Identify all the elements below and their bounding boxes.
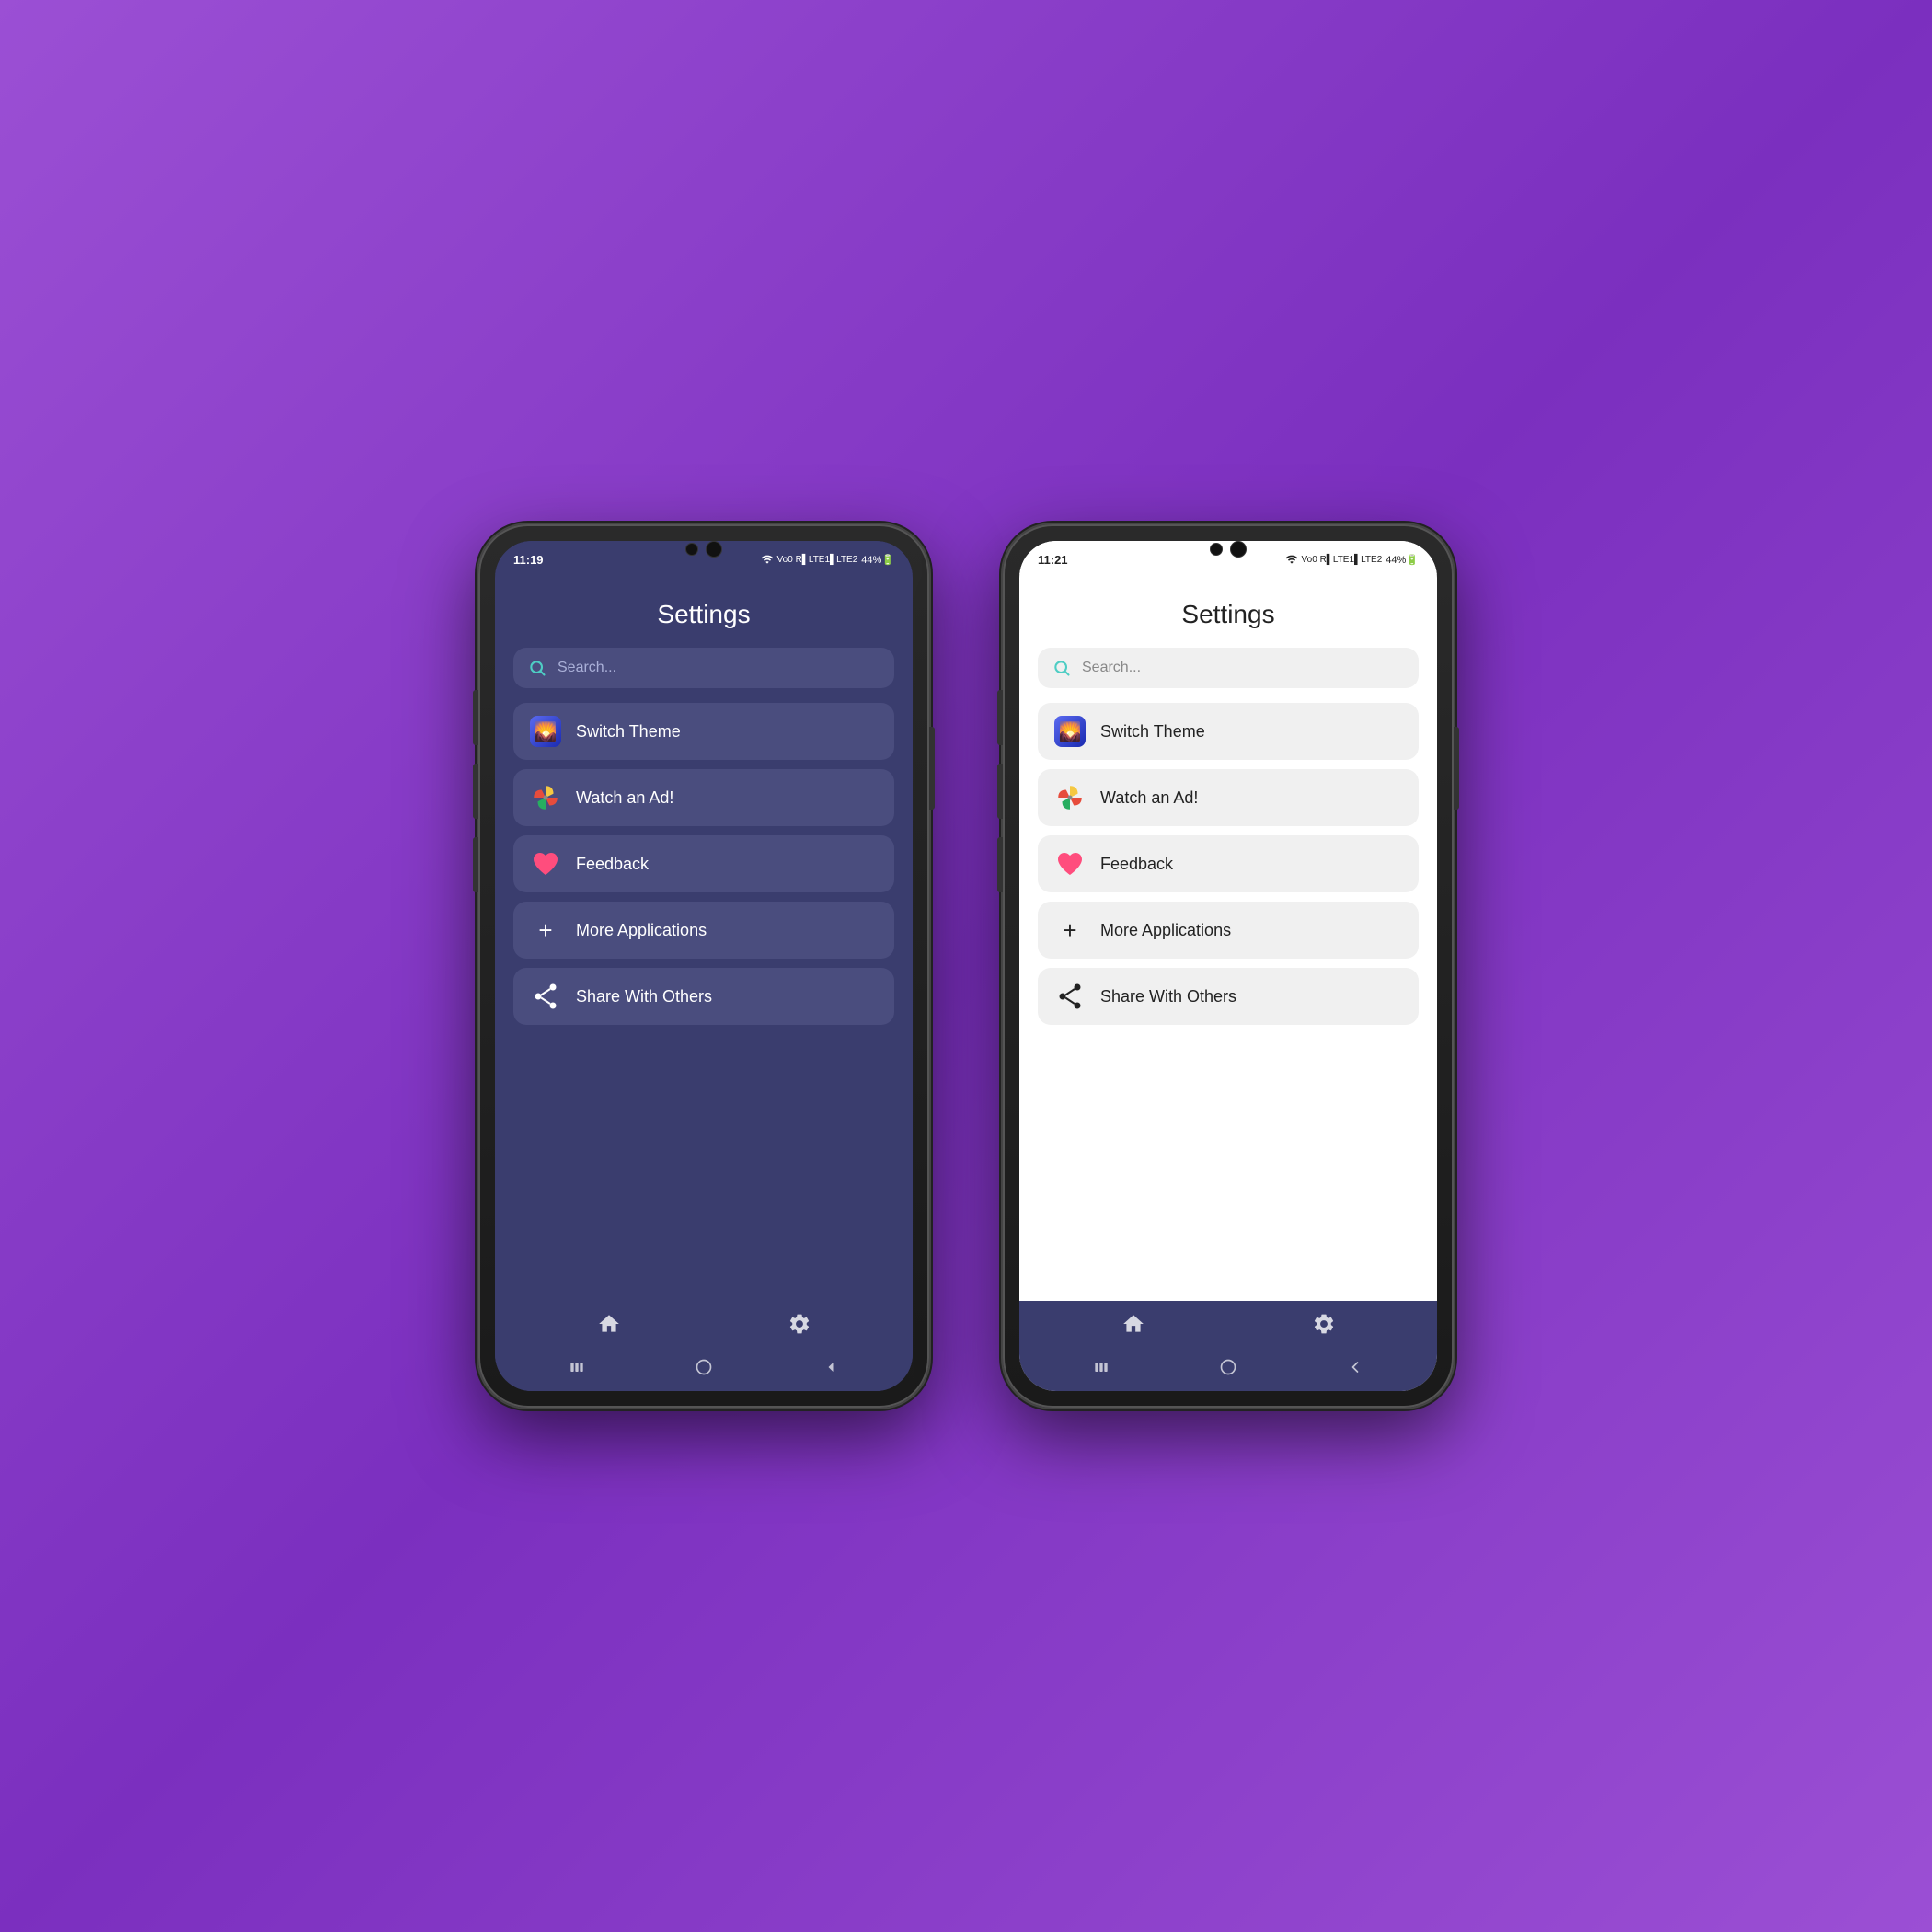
settings-nav-dark[interactable] (788, 1312, 811, 1336)
screen-content-light: Settings Search... Switch Theme (1019, 574, 1437, 1301)
plus-icon-dark: + (530, 914, 561, 946)
status-icons-dark: Vo0 R▌LTE1▌LTE2 44%🔋 (761, 553, 894, 566)
share-svg-light (1058, 983, 1082, 1009)
dark-phone: 11:19 Vo0 R▌LTE1▌LTE2 44%🔋 Settings Sear… (478, 524, 929, 1408)
back-btn-light[interactable] (1344, 1356, 1366, 1378)
notch-area-dark (685, 541, 722, 558)
settings-nav-light[interactable] (1312, 1312, 1336, 1336)
menu-list-dark: Switch Theme Watch an Ad! (495, 703, 913, 1301)
recents-btn-light[interactable] (1090, 1356, 1112, 1378)
theme-icon-dark (530, 716, 561, 747)
notch-area-light (1210, 541, 1247, 558)
wifi-icon-dark (761, 553, 774, 566)
pinwheel-icon-light (1054, 782, 1086, 813)
circle-icon-light (1219, 1358, 1237, 1376)
share-icon-light (1054, 981, 1086, 1012)
main-camera-light (1230, 541, 1247, 558)
search-placeholder-dark: Search... (558, 660, 616, 676)
home-btn-light[interactable] (1217, 1356, 1239, 1378)
menu-item-share-dark[interactable]: Share With Others (513, 968, 894, 1025)
gear-icon-light (1312, 1312, 1336, 1336)
heart-icon-light (1054, 848, 1086, 880)
menu-item-watch-ad-light[interactable]: Watch an Ad! (1038, 769, 1419, 826)
heart-svg-dark (532, 851, 559, 877)
android-nav-light (1019, 1347, 1437, 1391)
page-title-dark: Settings (495, 574, 913, 648)
switch-theme-label-light: Switch Theme (1100, 722, 1205, 742)
menu-item-switch-theme-light[interactable]: Switch Theme (1038, 703, 1419, 760)
pinwheel-svg-dark (530, 782, 561, 813)
home-icon-dark (597, 1312, 621, 1336)
battery-light: 44%🔋 (1386, 554, 1419, 566)
menu-list-light: Switch Theme Watch an Ad! (1019, 703, 1437, 1301)
main-camera-dark (706, 541, 722, 558)
watch-ad-label-dark: Watch an Ad! (576, 788, 673, 808)
android-nav-dark (495, 1347, 913, 1391)
switch-theme-label-dark: Switch Theme (576, 722, 681, 742)
heart-svg-light (1056, 851, 1084, 877)
bottom-nav-dark (495, 1301, 913, 1347)
gear-icon-dark (788, 1312, 811, 1336)
feedback-label-light: Feedback (1100, 855, 1173, 874)
plus-icon-light: + (1054, 914, 1086, 946)
back-icon-dark (822, 1358, 840, 1376)
feedback-label-dark: Feedback (576, 855, 649, 874)
search-bar-dark[interactable]: Search... (513, 648, 894, 688)
menu-item-more-apps-dark[interactable]: + More Applications (513, 902, 894, 959)
more-apps-label-light: More Applications (1100, 921, 1231, 940)
status-time-dark: 11:19 (513, 553, 544, 567)
share-icon-dark (530, 981, 561, 1012)
front-camera-light (1210, 543, 1223, 556)
signal-light: Vo0 R▌LTE1▌LTE2 (1302, 555, 1383, 565)
menu-item-watch-ad-dark[interactable]: Watch an Ad! (513, 769, 894, 826)
search-icon-light (1052, 659, 1071, 677)
recents-icon-dark (568, 1358, 586, 1376)
search-bar-light[interactable]: Search... (1038, 648, 1419, 688)
phone-screen-dark: 11:19 Vo0 R▌LTE1▌LTE2 44%🔋 Settings Sear… (495, 541, 913, 1391)
front-camera-dark (685, 543, 698, 556)
home-icon-light (1121, 1312, 1145, 1336)
bottom-nav-light (1019, 1301, 1437, 1347)
share-label-dark: Share With Others (576, 987, 712, 1006)
share-label-light: Share With Others (1100, 987, 1236, 1006)
circle-icon-dark (695, 1358, 713, 1376)
home-btn-dark[interactable] (693, 1356, 715, 1378)
search-placeholder-light: Search... (1082, 660, 1141, 676)
signal-dark: Vo0 R▌LTE1▌LTE2 (777, 555, 858, 565)
status-icons-light: Vo0 R▌LTE1▌LTE2 44%🔋 (1285, 553, 1419, 566)
battery-dark: 44%🔋 (861, 554, 894, 566)
more-apps-label-dark: More Applications (576, 921, 707, 940)
back-icon-light (1346, 1358, 1364, 1376)
watch-ad-label-light: Watch an Ad! (1100, 788, 1198, 808)
phone-screen-light: 11:21 Vo0 R▌LTE1▌LTE2 44%🔋 Settings Sear… (1019, 541, 1437, 1391)
pinwheel-icon-dark (530, 782, 561, 813)
light-phone: 11:21 Vo0 R▌LTE1▌LTE2 44%🔋 Settings Sear… (1003, 524, 1454, 1408)
menu-item-share-light[interactable]: Share With Others (1038, 968, 1419, 1025)
heart-icon-dark (530, 848, 561, 880)
home-nav-light[interactable] (1121, 1312, 1145, 1336)
menu-item-more-apps-light[interactable]: + More Applications (1038, 902, 1419, 959)
search-icon-dark (528, 659, 546, 677)
pinwheel-svg-light (1054, 782, 1086, 813)
status-time-light: 11:21 (1038, 553, 1068, 567)
share-svg-dark (534, 983, 558, 1009)
menu-item-feedback-dark[interactable]: Feedback (513, 835, 894, 892)
wifi-icon-light (1285, 553, 1298, 566)
menu-item-feedback-light[interactable]: Feedback (1038, 835, 1419, 892)
theme-icon-light (1054, 716, 1086, 747)
recents-btn-dark[interactable] (566, 1356, 588, 1378)
back-btn-dark[interactable] (820, 1356, 842, 1378)
page-title-light: Settings (1019, 574, 1437, 648)
home-nav-dark[interactable] (597, 1312, 621, 1336)
recents-icon-light (1092, 1358, 1110, 1376)
menu-item-switch-theme-dark[interactable]: Switch Theme (513, 703, 894, 760)
screen-content-dark: Settings Search... Switch Theme (495, 574, 913, 1301)
